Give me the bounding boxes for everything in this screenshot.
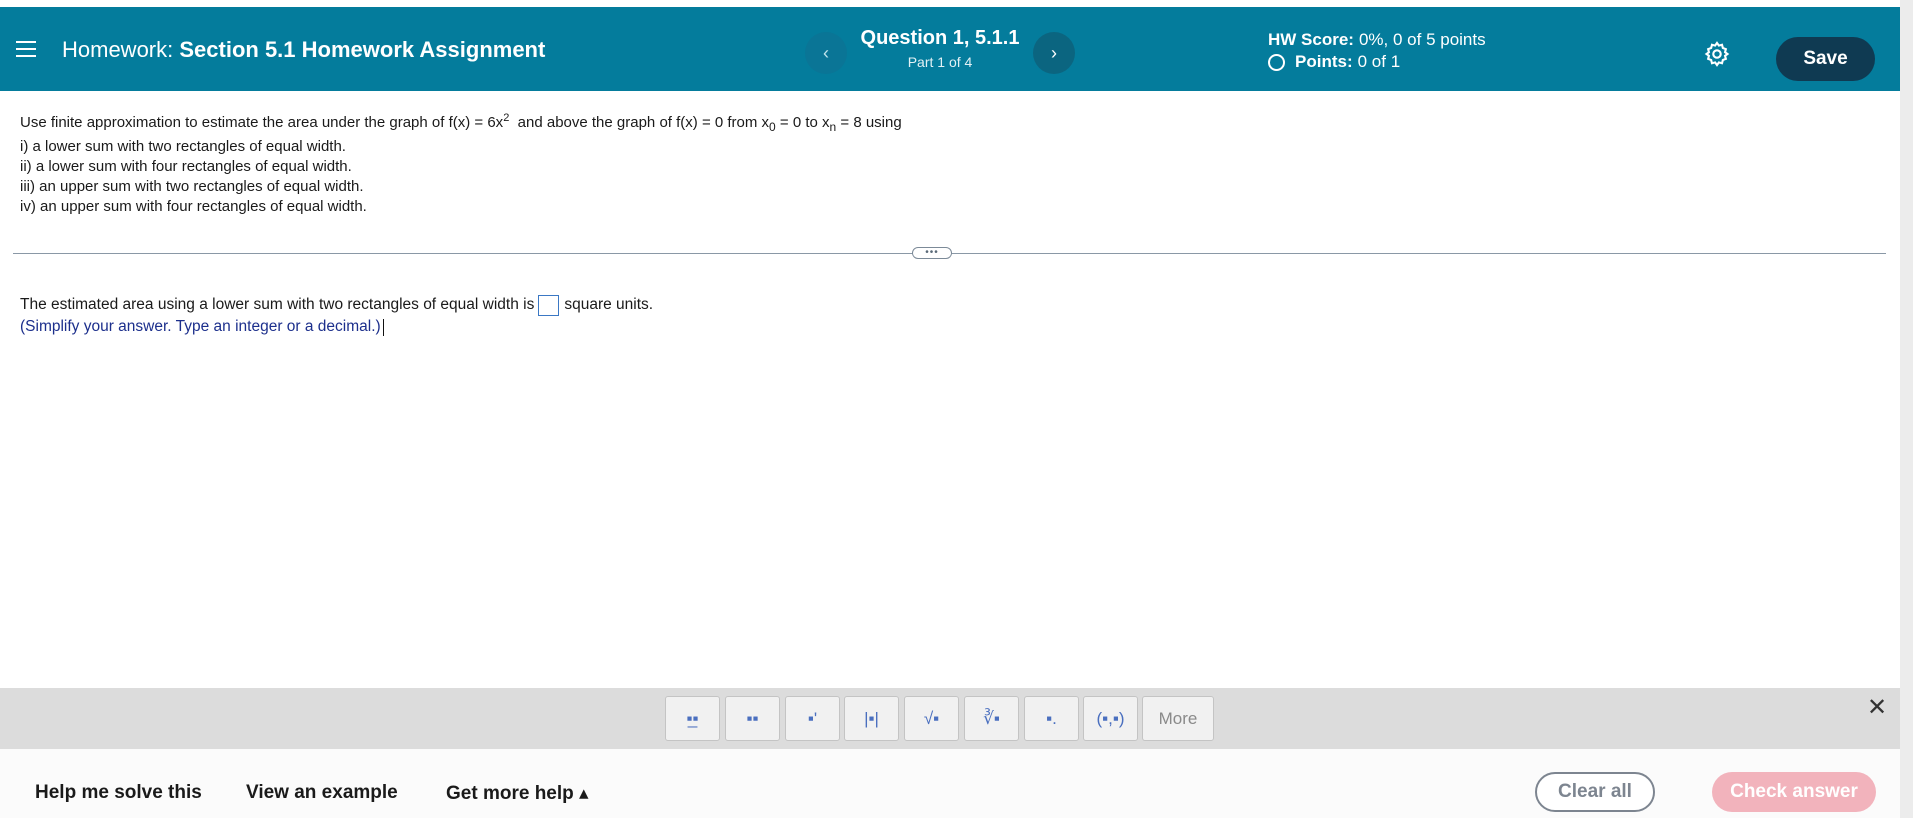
clear-all-button[interactable]: Clear all — [1535, 772, 1655, 812]
score-panel: HW Score: 0%, 0 of 5 points Points: 0 of… — [1268, 29, 1486, 73]
top-strip — [0, 0, 1900, 7]
homework-title-prefix: Homework: — [62, 37, 174, 62]
question-item: iv) an upper sum with four rectangles of… — [20, 198, 367, 215]
hamburger-menu-icon[interactable] — [16, 41, 36, 57]
points-circle-icon — [1268, 53, 1285, 71]
save-button[interactable]: Save — [1776, 37, 1875, 81]
ordered-pair-button[interactable]: (▪,▪) — [1083, 696, 1138, 741]
check-answer-button[interactable]: Check answer — [1712, 772, 1876, 812]
subscript-zero: 0 — [769, 120, 776, 134]
next-question-button[interactable]: › — [1033, 32, 1075, 74]
answer-input[interactable] — [538, 294, 560, 316]
answer-line: The estimated area using a lower sum wit… — [20, 294, 653, 316]
subscript-n: n — [829, 120, 837, 134]
exponent: 2 — [503, 112, 510, 124]
math-palette: ▪̲▪ ▪▪ ▪' |▪| √▪ ∛▪ ▪. (▪,▪) More ✕ — [0, 688, 1900, 749]
answer-hint-text: (Simplify your answer. Type an integer o… — [20, 318, 381, 335]
homework-title-name: Section 5.1 Homework Assignment — [179, 37, 546, 62]
question-part: Part 1 of 4 — [907, 54, 973, 70]
question-intro-b: and above the graph of f(x) = 0 from x — [517, 114, 770, 131]
homework-title: Homework: Section 5.1 Homework Assignmen… — [62, 37, 545, 63]
chevron-right-icon: › — [1051, 42, 1057, 63]
question-intro-a: Use finite approximation to estimate the… — [20, 114, 504, 131]
get-more-help-link[interactable]: Get more help ▴ — [446, 782, 589, 805]
absolute-value-button[interactable]: |▪| — [844, 696, 899, 741]
help-me-solve-link[interactable]: Help me solve this — [35, 782, 202, 804]
fraction-button[interactable]: ▪̲▪ — [665, 696, 720, 741]
scrollbar[interactable] — [1900, 0, 1913, 818]
hw-score: HW Score: 0%, 0 of 5 points — [1268, 29, 1486, 51]
exponent-button[interactable]: ▪' — [785, 696, 840, 741]
points-label: Points: — [1295, 52, 1353, 71]
answer-suffix: square units. — [564, 296, 654, 313]
chevron-left-icon: ‹ — [823, 42, 829, 63]
answer-prefix: The estimated area using a lower sum wit… — [20, 296, 535, 313]
question-intro: Use finite approximation to estimate the… — [20, 108, 902, 137]
question-text: Use finite approximation to estimate the… — [20, 108, 902, 217]
nth-root-button[interactable]: ∛▪ — [964, 696, 1019, 741]
hw-score-value: 0%, 0 of 5 points — [1358, 30, 1486, 49]
footer-bar: Help me solve this View an example Get m… — [0, 749, 1900, 818]
question-item: ii) a lower sum with four rectangles of … — [20, 158, 352, 175]
question-item: i) a lower sum with two rectangles of eq… — [20, 138, 346, 155]
hw-score-label: HW Score: — [1268, 30, 1354, 49]
question-intro-c: = 0 to x — [779, 114, 830, 131]
question-item: iii) an upper sum with two rectangles of… — [20, 178, 364, 195]
mixed-number-button[interactable]: ▪▪ — [725, 696, 780, 741]
question-intro-d: = 8 using — [840, 114, 902, 131]
question-info: Question 1, 5.1.1 Part 1 of 4 — [840, 27, 1040, 70]
text-caret — [382, 318, 384, 336]
square-root-button[interactable]: √▪ — [904, 696, 959, 741]
subscript-button[interactable]: ▪. — [1024, 696, 1079, 741]
points-value: 0 of 1 — [1357, 52, 1401, 71]
answer-hint: (Simplify your answer. Type an integer o… — [20, 316, 653, 338]
gear-icon[interactable] — [1703, 40, 1731, 68]
answer-section: The estimated area using a lower sum wit… — [20, 294, 653, 338]
more-button[interactable]: More — [1142, 696, 1214, 741]
question-number: Question 1, 5.1.1 — [860, 27, 1020, 49]
points-row: Points: 0 of 1 — [1268, 51, 1486, 73]
header-bar: Homework: Section 5.1 Homework Assignmen… — [0, 7, 1900, 91]
view-example-link[interactable]: View an example — [246, 782, 398, 804]
divider-handle[interactable]: ••• — [912, 247, 952, 259]
close-icon[interactable]: ✕ — [1867, 693, 1887, 722]
